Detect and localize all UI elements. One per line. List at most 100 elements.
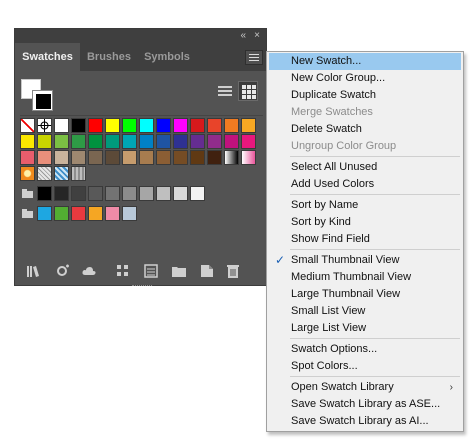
libraries-icon[interactable] [25,263,41,279]
color-swatch[interactable] [122,150,137,165]
color-swatch[interactable] [224,134,239,149]
color-swatch[interactable] [71,134,86,149]
color-swatch[interactable] [105,134,120,149]
close-icon[interactable]: × [254,30,260,41]
color-swatch[interactable] [105,186,120,201]
color-swatch[interactable] [54,118,69,133]
swatch-options-icon[interactable] [115,263,131,279]
thumbnail-view-icon[interactable] [238,81,258,101]
color-group-folder-icon[interactable] [20,206,35,221]
color-swatch[interactable] [190,150,205,165]
color-swatch[interactable] [88,206,103,221]
pattern-swatch[interactable] [20,166,35,181]
color-swatch[interactable] [37,206,52,221]
color-swatch[interactable] [54,134,69,149]
color-swatch[interactable] [173,134,188,149]
color-swatch[interactable] [190,118,205,133]
tab-symbols[interactable]: Symbols [139,43,195,71]
color-swatch[interactable] [122,186,137,201]
color-swatch[interactable] [139,186,154,201]
open-swatch-library-item[interactable]: Open Swatch Library › [269,379,461,396]
sort-by-kind-item[interactable]: Sort by Kind [269,214,461,231]
color-swatch[interactable] [241,118,256,133]
color-swatch[interactable] [37,186,52,201]
color-swatch[interactable] [71,186,86,201]
medium-thumbnail-view-item[interactable]: Medium Thumbnail View [269,269,461,286]
color-swatch[interactable] [88,150,103,165]
tab-swatches[interactable]: Swatches [15,43,80,71]
color-swatch[interactable] [37,150,52,165]
color-swatch[interactable] [105,206,120,221]
swatch-registration[interactable] [37,118,52,133]
sort-by-name-item[interactable]: Sort by Name [269,197,461,214]
gradient-swatch[interactable] [224,150,239,165]
list-view-icon[interactable] [215,81,235,101]
delete-icon[interactable] [225,263,241,279]
color-swatch[interactable] [122,206,137,221]
color-swatch[interactable] [139,134,154,149]
color-swatch[interactable] [88,134,103,149]
pattern-swatch[interactable] [37,166,52,181]
color-swatch[interactable] [173,186,188,201]
color-swatch[interactable] [54,150,69,165]
panel-title-bar[interactable]: « × [15,29,266,43]
resize-grip[interactable] [132,285,152,287]
color-swatch[interactable] [20,150,35,165]
tab-brushes[interactable]: Brushes [83,43,135,71]
show-find-field-item[interactable]: Show Find Field [269,231,461,248]
color-swatch[interactable] [122,134,137,149]
color-swatch[interactable] [173,118,188,133]
delete-swatch-item[interactable]: Delete Swatch [269,121,461,138]
color-swatch[interactable] [71,150,86,165]
color-swatch[interactable] [105,118,120,133]
large-thumbnail-view-item[interactable]: Large Thumbnail View [269,286,461,303]
color-swatch[interactable] [156,134,171,149]
color-swatch[interactable] [88,118,103,133]
small-thumbnail-view-item[interactable]: ✓ Small Thumbnail View [269,252,461,269]
color-swatch[interactable] [207,150,222,165]
duplicate-swatch-item[interactable]: Duplicate Swatch [269,87,461,104]
pattern-swatch[interactable] [71,166,86,181]
swatch-options-item[interactable]: Swatch Options... [269,341,461,358]
color-swatch[interactable] [241,134,256,149]
large-list-view-item[interactable]: Large List View [269,320,461,337]
save-library-ase-item[interactable]: Save Swatch Library as ASE... [269,396,461,413]
color-swatch[interactable] [190,134,205,149]
save-library-ai-item[interactable]: Save Swatch Library as AI... [269,413,461,430]
new-folder-icon[interactable] [171,263,187,279]
color-swatch[interactable] [54,206,69,221]
color-swatch[interactable] [173,150,188,165]
show-kinds-icon[interactable] [55,263,71,279]
color-swatch[interactable] [139,118,154,133]
new-color-group-item[interactable]: New Color Group... [269,70,461,87]
color-swatch[interactable] [105,150,120,165]
color-swatch[interactable] [88,186,103,201]
color-swatch[interactable] [156,118,171,133]
collapse-icon[interactable]: « [240,30,246,41]
cloud-icon[interactable] [79,263,99,279]
new-swatch-item[interactable]: New Swatch... [269,53,461,70]
color-swatch[interactable] [71,206,86,221]
color-swatch[interactable] [54,186,69,201]
fill-stroke-widget[interactable] [21,79,53,111]
color-swatch[interactable] [156,150,171,165]
add-used-colors-item[interactable]: Add Used Colors [269,176,461,193]
panel-menu-icon[interactable] [245,50,263,65]
color-swatch[interactable] [20,134,35,149]
color-swatch[interactable] [71,118,86,133]
color-swatch[interactable] [37,134,52,149]
new-swatch-icon[interactable] [199,263,215,279]
swatch-none[interactable] [20,118,35,133]
small-list-view-item[interactable]: Small List View [269,303,461,320]
stroke-swatch[interactable] [32,90,53,111]
gradient-swatch[interactable] [241,150,256,165]
color-swatch[interactable] [207,118,222,133]
color-swatch[interactable] [156,186,171,201]
color-group-icon[interactable] [143,263,159,279]
color-swatch[interactable] [224,118,239,133]
color-swatch[interactable] [207,134,222,149]
select-all-unused-item[interactable]: Select All Unused [269,159,461,176]
color-swatch[interactable] [139,150,154,165]
color-swatch[interactable] [122,118,137,133]
pattern-swatch[interactable] [54,166,69,181]
